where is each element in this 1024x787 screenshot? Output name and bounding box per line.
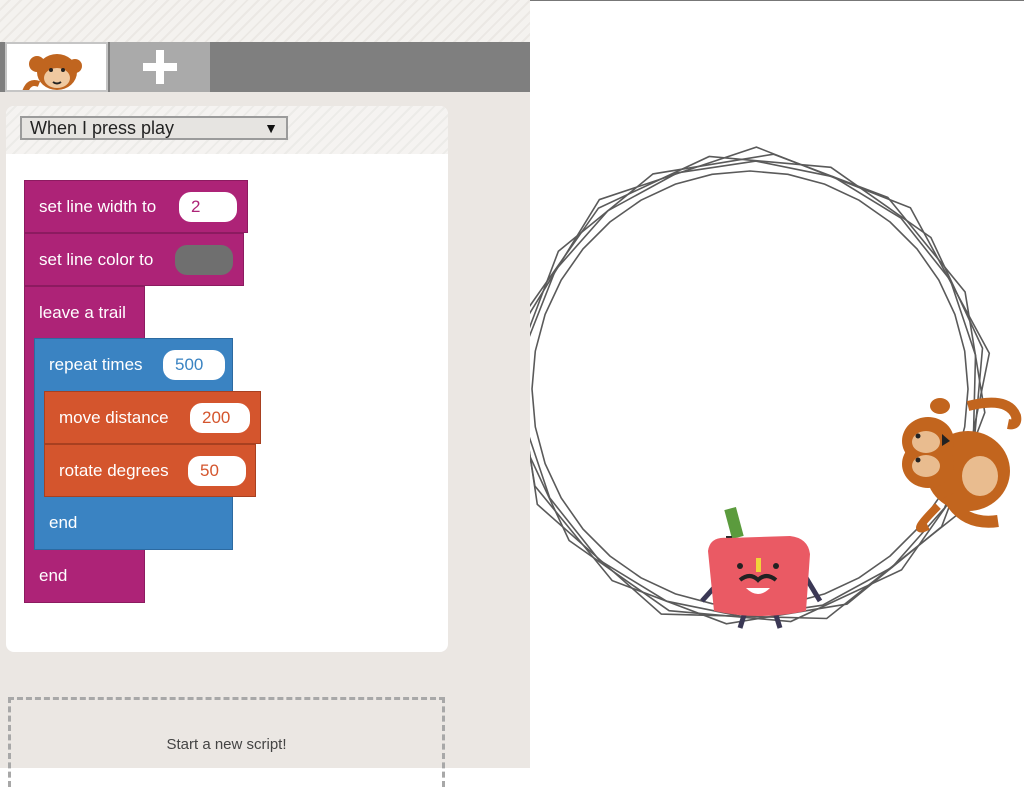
- repeat-times-input[interactable]: 500: [163, 350, 225, 380]
- line-width-value: 2: [191, 197, 201, 216]
- rotate-degrees-input[interactable]: 50: [188, 456, 246, 486]
- script-header: When I press play ▼: [6, 106, 448, 154]
- trail-drawing: [530, 146, 1022, 629]
- top-stripe: [0, 0, 530, 42]
- block-outer-end[interactable]: end: [24, 550, 145, 603]
- rotate-degrees-value: 50: [200, 461, 219, 480]
- block-label: end: [49, 513, 78, 532]
- new-script-dropzone[interactable]: Start a new script!: [8, 697, 445, 787]
- block-label: repeat times: [49, 355, 143, 374]
- block-label: rotate degrees: [59, 461, 169, 480]
- move-distance-input[interactable]: 200: [190, 403, 250, 433]
- block-label: set line color to: [39, 250, 154, 269]
- add-sprite-button[interactable]: [110, 42, 210, 92]
- stage-canvas[interactable]: [530, 0, 1024, 769]
- script-card: When I press play ▼ set line width to 2 …: [6, 106, 448, 652]
- block-set-line-width[interactable]: set line width to 2: [24, 180, 248, 233]
- sprite-tab-monkey[interactable]: [5, 42, 108, 92]
- trigger-select[interactable]: When I press play ▼: [20, 116, 288, 140]
- block-label: leave a trail: [39, 303, 126, 322]
- monkey-thumbnail-icon: [22, 54, 82, 90]
- block-repeat-end[interactable]: end: [34, 497, 233, 550]
- dropdown-arrow-icon: ▼: [264, 120, 278, 136]
- editor-panel: When I press play ▼ set line width to 2 …: [0, 0, 530, 787]
- monkey-sprite[interactable]: [902, 397, 1022, 533]
- block-move-distance[interactable]: move distance 200: [44, 391, 261, 444]
- block-label: end: [39, 566, 68, 585]
- monster-sprite[interactable]: [700, 506, 823, 629]
- move-distance-value: 200: [202, 408, 231, 427]
- block-set-line-color[interactable]: set line color to: [24, 233, 244, 286]
- sprite-tabs-bar: [0, 42, 530, 92]
- line-width-input[interactable]: 2: [179, 192, 237, 222]
- new-script-label: Start a new script!: [166, 736, 287, 753]
- block-label: set line width to: [39, 197, 157, 216]
- repeat-times-value: 500: [175, 355, 204, 374]
- trigger-select-value: When I press play: [30, 118, 175, 138]
- block-rotate-degrees[interactable]: rotate degrees 50: [44, 444, 256, 497]
- block-label: move distance: [59, 408, 169, 427]
- line-color-picker[interactable]: [175, 245, 233, 275]
- plus-icon: [143, 50, 177, 84]
